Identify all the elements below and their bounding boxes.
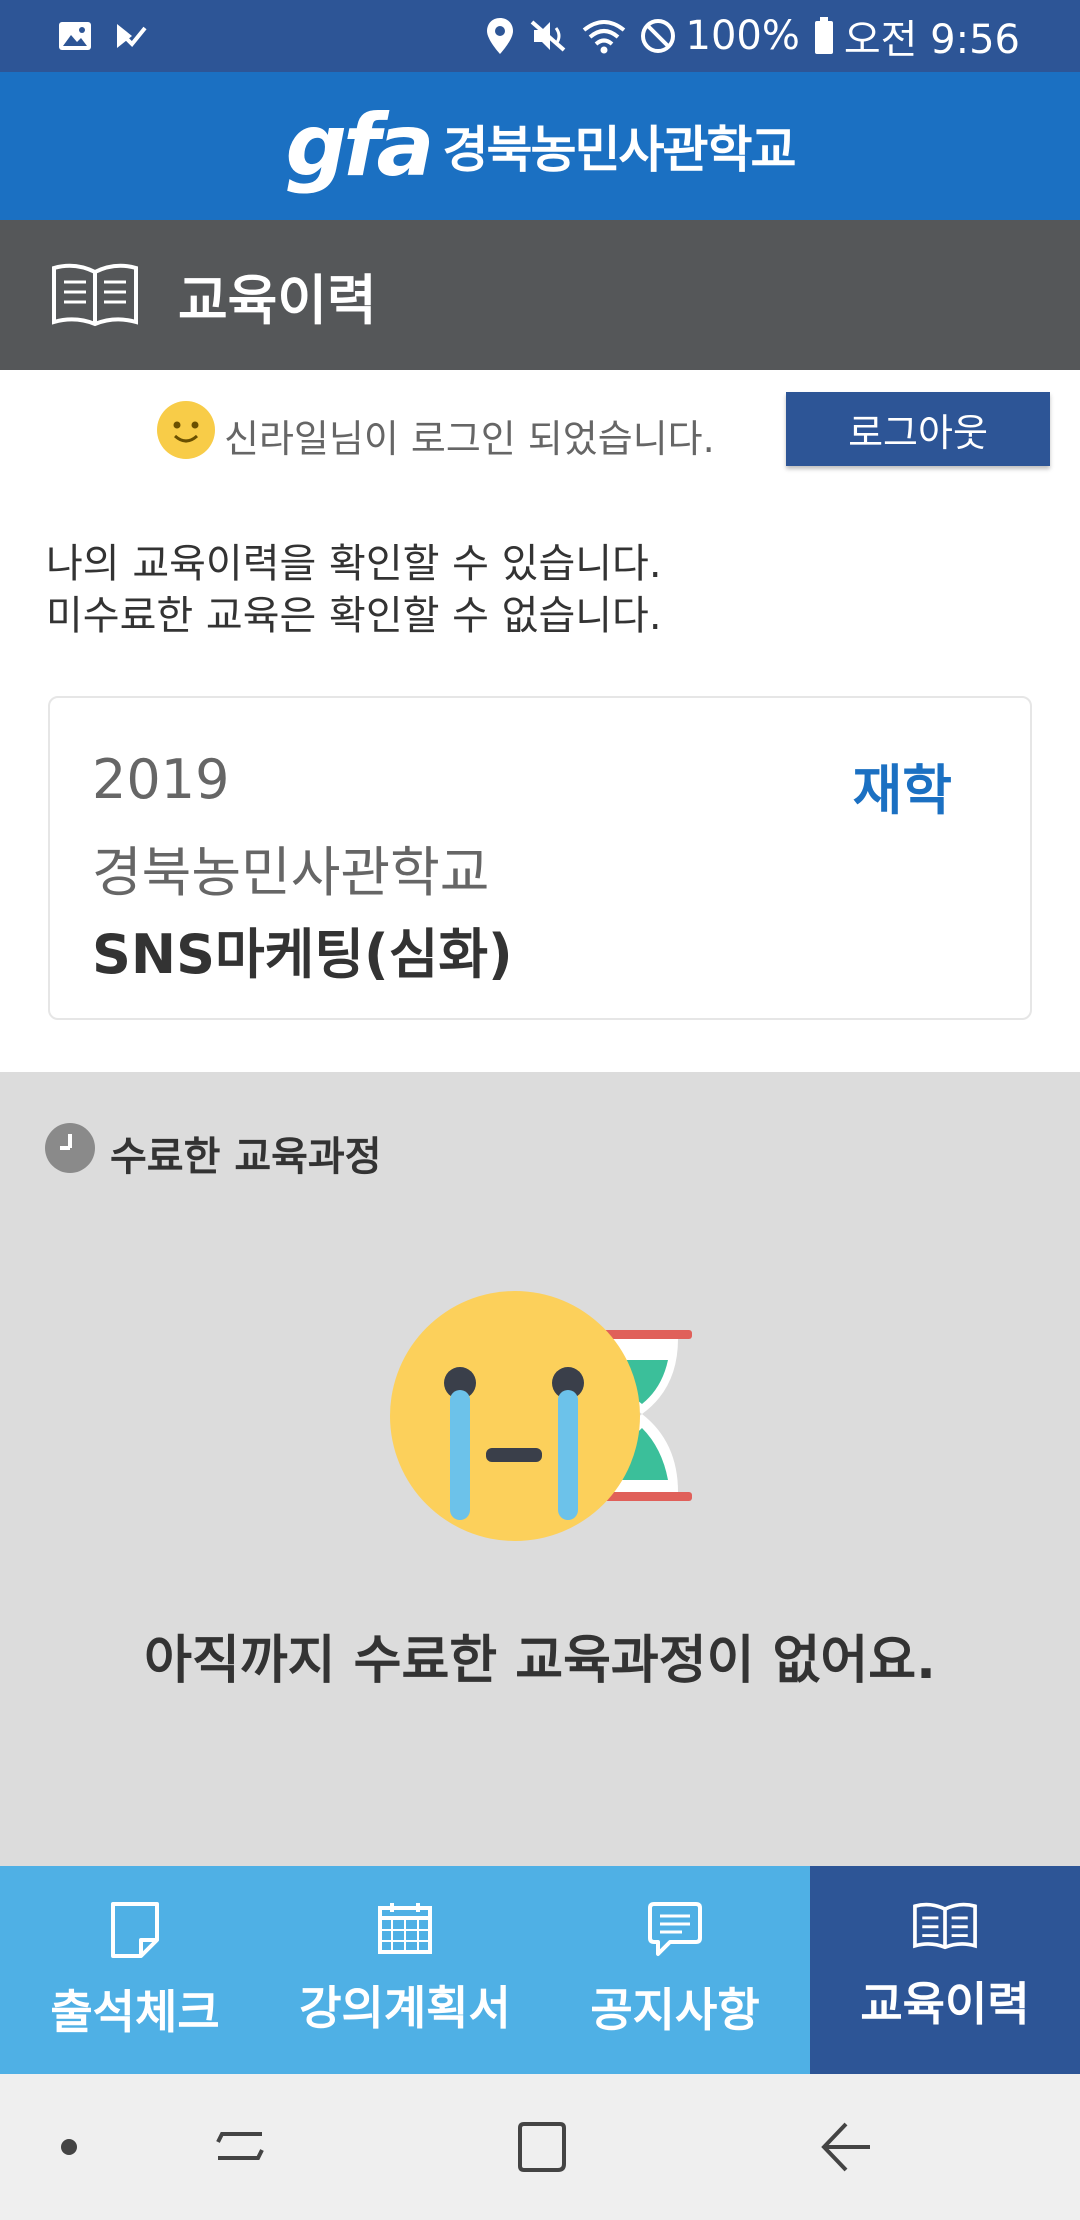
tab-education-history[interactable]: 교육이력 xyxy=(810,1866,1080,2074)
wifi-icon xyxy=(582,20,625,54)
system-nav-bar xyxy=(0,2074,1080,2220)
tab-label: 강의계획서 xyxy=(299,1981,511,2035)
status-bar: 100% 오전 9:56 xyxy=(0,0,1080,72)
tab-notices[interactable]: 공지사항 xyxy=(540,1866,810,2074)
tab-label: 교육이력 xyxy=(860,1977,1030,2031)
recent-apps-icon[interactable] xyxy=(214,2120,266,2172)
calendar-icon xyxy=(378,1903,432,1954)
intro-line-1: 나의 교육이력을 확인할 수 있습니다. xyxy=(46,541,662,587)
location-icon xyxy=(486,18,513,54)
block-icon xyxy=(640,19,675,53)
logout-button[interactable]: 로그아웃 xyxy=(786,392,1050,466)
clock-icon xyxy=(45,1123,95,1173)
battery-percent: 100% xyxy=(685,13,800,59)
chat-bubble-icon xyxy=(648,1902,702,1956)
book-icon xyxy=(913,1902,977,1950)
book-icon xyxy=(52,263,138,327)
check-notification-icon xyxy=(117,24,147,48)
intro-line-2: 미수료한 교육은 확인할 수 없습니다. xyxy=(46,593,662,639)
home-icon[interactable] xyxy=(514,2120,568,2174)
completed-section-title: 수료한 교육과정 xyxy=(110,1134,382,1180)
back-icon[interactable] xyxy=(818,2120,874,2174)
dot-icon[interactable] xyxy=(58,2136,80,2158)
image-icon xyxy=(59,22,91,50)
tab-syllabus[interactable]: 강의계획서 xyxy=(270,1866,540,2074)
crying-face-hourglass-icon xyxy=(390,1291,692,1541)
tab-label: 출석체크 xyxy=(50,1985,220,2039)
completed-courses-section: 수료한 교육과정 아직까지 수료한 교육과정이 없어요. xyxy=(0,1072,1080,1866)
tab-label: 공지사항 xyxy=(590,1983,760,2037)
course-year: 2019 xyxy=(92,748,230,811)
app-logo[interactable]: gfa 경북농민사관학교 xyxy=(285,96,797,196)
empty-completed-message: 아직까지 수료한 교육과정이 없어요. xyxy=(144,1631,936,1691)
logo-mark: gfa xyxy=(285,96,434,196)
course-card[interactable]: 2019 경북농민사관학교 SNS마케팅(심화) 재학 xyxy=(48,696,1032,1020)
smiley-icon xyxy=(157,401,215,459)
school-name: 경북농민사관학교 xyxy=(442,121,797,179)
clock: 오전 9:56 xyxy=(843,17,1020,63)
login-message: 신라일님이 로그인 되었습니다. xyxy=(224,417,715,461)
intro-text: 나의 교육이력을 확인할 수 있습니다. 미수료한 교육은 확인할 수 없습니다… xyxy=(46,538,662,642)
page-title: 교육이력 xyxy=(178,268,377,332)
course-school: 경북농민사관학교 xyxy=(92,841,490,904)
course-status: 재학 xyxy=(852,759,952,822)
tab-attendance[interactable]: 출석체크 xyxy=(0,1866,270,2074)
battery-icon xyxy=(814,17,833,54)
status-left xyxy=(58,21,170,51)
note-icon xyxy=(111,1902,159,1958)
app-header: gfa 경북농민사관학교 xyxy=(0,72,1080,220)
page-title-bar: 교육이력 xyxy=(0,220,1080,370)
status-right: 100% 오전 9:56 xyxy=(472,7,1020,65)
bottom-tab-bar: 출석체크 강의계획서 공지사항 교육이력 xyxy=(0,1866,1080,2074)
course-title: SNS마케팅(심화) xyxy=(92,923,513,986)
mute-icon xyxy=(530,20,565,52)
login-row: 신라일님이 로그인 되었습니다. 로그아웃 xyxy=(0,370,1080,492)
